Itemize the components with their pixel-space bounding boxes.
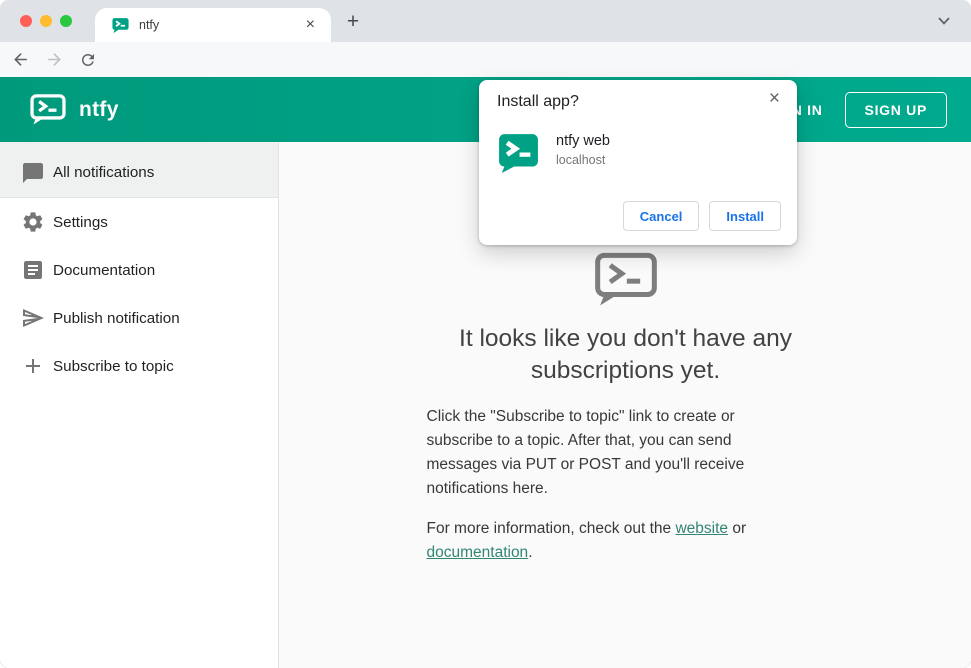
- install-button[interactable]: Install: [709, 201, 781, 231]
- sidebar-item-settings[interactable]: Settings: [0, 198, 278, 246]
- install-app-dialog: Install app? × ntfy web localhost Cancel…: [479, 80, 797, 245]
- sidebar-item-label: Publish notification: [53, 309, 180, 327]
- sidebar-item-all-notifications[interactable]: All notifications: [0, 142, 278, 197]
- browser-toolbar: localhost: [0, 42, 971, 115]
- dialog-close-icon[interactable]: ×: [762, 85, 787, 113]
- website-link[interactable]: website: [675, 520, 728, 537]
- sidebar-item-label: All notifications: [53, 164, 155, 181]
- chat-icon: [23, 162, 43, 183]
- close-window-button[interactable]: [20, 15, 32, 27]
- sign-up-button[interactable]: SIGN UP: [844, 91, 947, 128]
- paragraph-2-mid: or: [728, 520, 747, 537]
- forward-icon[interactable]: [45, 50, 64, 69]
- window-controls: [20, 15, 72, 27]
- ntfy-app-icon: [499, 134, 538, 173]
- paragraph-2-prefix: For more information, check out the: [426, 520, 676, 537]
- dialog-app-name: ntfy web: [556, 133, 610, 149]
- dialog-title: Install app?: [497, 93, 579, 110]
- sidebar-nav: All notifications Settings Documentation…: [0, 142, 279, 668]
- tab-search-chevron-icon[interactable]: [937, 16, 951, 26]
- dialog-actions: Cancel Install: [622, 201, 781, 231]
- article-icon: [24, 261, 42, 279]
- empty-state-paragraph-1: Click the "Subscribe to topic" link to c…: [426, 408, 745, 497]
- paragraph-2-suffix: .: [528, 544, 533, 561]
- dialog-app-origin: localhost: [556, 153, 606, 167]
- sidebar-item-subscribe-to-topic[interactable]: Subscribe to topic: [0, 342, 278, 390]
- plus-icon: [26, 359, 40, 373]
- reload-icon[interactable]: [79, 51, 97, 69]
- browser-tab-ntfy[interactable]: ntfy ×: [95, 8, 331, 42]
- back-icon[interactable]: [11, 50, 30, 69]
- tab-strip: ntfy × +: [0, 0, 971, 42]
- ntfy-favicon-icon: [112, 17, 129, 33]
- brand-name: ntfy: [79, 97, 119, 121]
- tab-title: ntfy: [139, 18, 160, 32]
- send-icon: [23, 309, 44, 327]
- cancel-button[interactable]: Cancel: [622, 201, 700, 231]
- new-tab-button[interactable]: +: [340, 9, 366, 35]
- minimize-window-button[interactable]: [40, 15, 52, 27]
- browser-window: ntfy × + localhost: [0, 0, 971, 668]
- documentation-link[interactable]: documentation: [427, 544, 529, 561]
- ntfy-logo-gray-icon: [594, 252, 657, 306]
- tab-close-icon[interactable]: ×: [300, 15, 321, 35]
- empty-state-paragraph-2: For more information, check out the webs…: [427, 517, 767, 565]
- ntfy-logo-icon: [30, 94, 66, 125]
- sidebar-item-documentation[interactable]: Documentation: [0, 246, 278, 294]
- sidebar-item-publish-notification[interactable]: Publish notification: [0, 294, 278, 342]
- empty-state-heading: It looks like you don't have any subscri…: [459, 325, 792, 384]
- sidebar-item-label: Documentation: [53, 261, 156, 279]
- gear-icon: [23, 212, 43, 232]
- sidebar-item-label: Subscribe to topic: [53, 357, 174, 375]
- zoom-window-button[interactable]: [60, 15, 72, 27]
- sidebar-item-label: Settings: [53, 213, 108, 231]
